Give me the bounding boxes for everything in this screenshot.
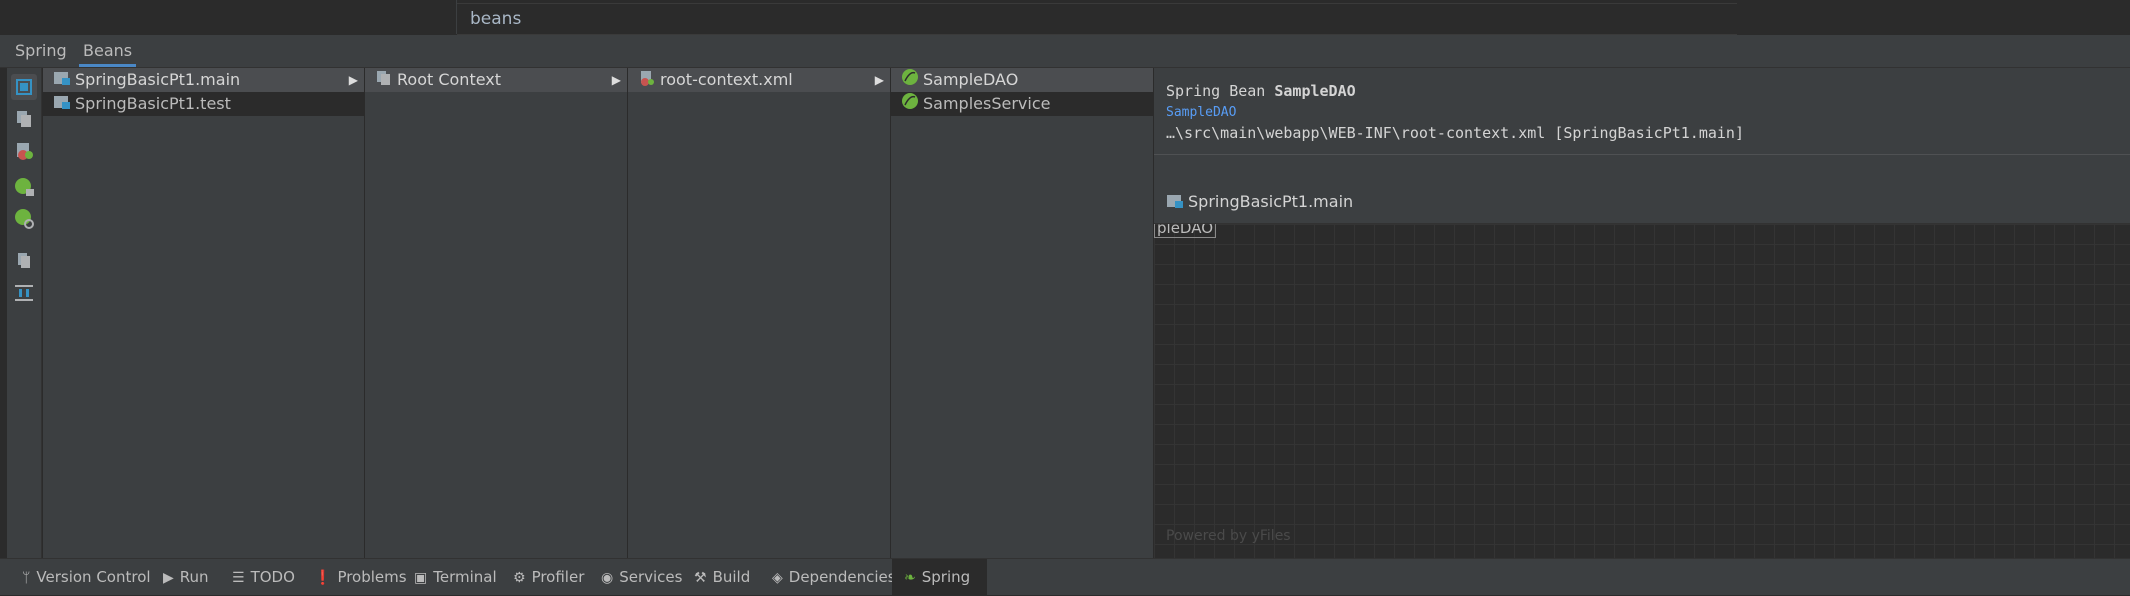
popup-title: Spring Bean SampleDAO [1166,82,1356,100]
profiler-icon: ⚙ [513,570,526,586]
spring-leaf-icon: ❧ [904,570,916,586]
context-files-icon [375,69,393,93]
xml-config-icon [638,69,656,93]
statusbar-problems[interactable]: ❗ Problems [314,559,407,595]
statusbar-spring[interactable]: ❧ Spring [892,559,987,595]
todo-icon: ☰ [232,570,245,586]
statusbar-label: Build [712,568,751,586]
statusbar-label: TODO [250,568,295,586]
copy-icon[interactable] [11,106,37,132]
statusbar-label: Version Control [36,568,151,586]
popup-module: SpringBasicPt1.main [1166,192,1353,213]
tab-beans[interactable]: Beans [79,35,137,67]
list-item-bean-samplesservice[interactable]: SamplesService [891,92,1153,116]
editor-gutter [0,0,457,34]
list-item-label: Root Context [397,70,502,89]
popup-title-prefix: Spring Bean [1166,82,1275,100]
terminal-icon: ▣ [414,570,428,586]
build-icon: ⚒ [694,570,707,586]
statusbar-label: Terminal [433,568,497,586]
beans-column: SampleDAO SamplesService [891,68,1154,558]
chevron-right-icon: ▶ [611,73,621,87]
statusbar-label: Spring [921,568,971,586]
bean-info-popup: Spring Bean SampleDAO SampleDAO …\src\ma… [1154,68,2130,224]
statusbar-label: Services [619,568,683,586]
list-item-root-context[interactable]: Root Context ▶ [365,68,627,92]
statusbar-build[interactable]: ⚒ Build [694,559,750,595]
files-column: root-context.xml ▶ [628,68,891,558]
statusbar-terminal[interactable]: ▣ Terminal [414,559,497,595]
bean-settings-icon[interactable] [11,206,37,232]
beans-diagram[interactable]: pleDAO Powered by yFiles [1154,218,2130,558]
statusbar-services[interactable]: ◉ Services [601,559,682,595]
contexts-column: Root Context ▶ [365,68,628,558]
status-bar: ᛘ Version Control ▶ Run ☰ TODO ❗ Problems ▣ T… [0,558,2130,595]
list-item-module-main[interactable]: SpringBasicPt1.main ▶ [43,68,364,92]
list-item-label: SpringBasicPt1.main [75,70,241,89]
run-icon: ▶ [163,570,174,586]
editor-tab-bar [457,3,1737,35]
list-item-bean-sampledao[interactable]: SampleDAO [891,68,1153,92]
statusbar-label: Profiler [531,568,585,586]
select-icon[interactable] [11,74,37,100]
left-toolbar [7,68,42,558]
xml-config-icon[interactable] [11,138,37,164]
tool-window-tabs: Spring Beans [0,35,2130,68]
tab-spring[interactable]: Spring [11,35,71,65]
popup-bean-name: SampleDAO [1274,82,1356,100]
spring-bean-icon [901,68,919,93]
list-item-label: SpringBasicPt1.test [75,94,231,113]
bean-lock-icon[interactable] [11,174,37,200]
list-item-label: SamplesService [923,94,1051,113]
statusbar-profiler[interactable]: ⚙ Profiler [513,559,584,595]
popup-module-label: SpringBasicPt1.main [1188,192,1354,211]
popup-bean-link[interactable]: SampleDAO [1166,105,1236,120]
chevron-right-icon: ▶ [348,73,358,87]
list-item-label: SampleDAO [923,70,1019,89]
list-item-label: root-context.xml [660,70,793,89]
editor-breadcrumb[interactable]: beans [470,9,521,29]
documents-icon[interactable] [11,248,37,274]
branch-icon: ᛘ [22,570,31,586]
popup-divider [1154,154,2130,155]
problems-icon: ❗ [314,570,332,586]
statusbar-label: Run [179,568,209,586]
module-folder-icon [53,93,71,117]
chevron-right-icon: ▶ [874,73,884,87]
diagram-watermark: Powered by yFiles [1166,528,1291,544]
list-item-root-context-xml[interactable]: root-context.xml ▶ [628,68,890,92]
services-icon: ◉ [601,570,614,586]
module-folder-icon [53,69,71,93]
statusbar-run[interactable]: ▶ Run [163,559,209,595]
statusbar-label: Problems [337,568,407,586]
module-folder-icon [1166,193,1184,213]
spring-bean-icon [901,92,919,117]
statusbar-label: Dependencies [788,568,896,586]
statusbar-todo[interactable]: ☰ TODO [232,559,295,595]
statusbar-version-control[interactable]: ᛘ Version Control [22,559,151,595]
modules-column: SpringBasicPt1.main ▶ SpringBasicPt1.tes… [43,68,365,558]
popup-path: …\src\main\webapp\WEB-INF\root-context.x… [1166,124,1744,142]
dependencies-icon: ◈ [772,570,783,586]
layout-icon[interactable] [11,280,37,306]
statusbar-dependencies[interactable]: ◈ Dependencies [772,559,896,595]
list-item-module-test[interactable]: SpringBasicPt1.test [43,92,364,116]
top-strip: beans [0,0,2130,35]
